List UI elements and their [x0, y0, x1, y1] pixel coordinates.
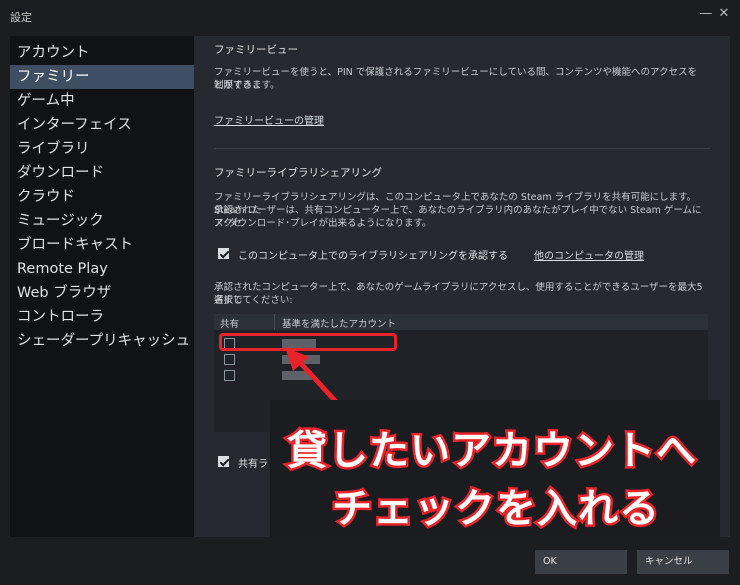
sharing-notification-checkbox[interactable] — [218, 456, 229, 467]
close-icon[interactable]: ✕ — [716, 6, 732, 22]
annotation-text-line2: チェックを入れる — [330, 484, 662, 535]
manage-family-view-link[interactable]: ファミリービューの管理 — [214, 112, 324, 127]
library-sharing-title: ファミリーライブラリシェアリング — [214, 167, 382, 179]
ok-button[interactable]: OK — [535, 550, 627, 574]
sidebar-item-cloud[interactable]: クラウド — [10, 185, 194, 209]
family-view-description-line2: とができます。 — [214, 80, 280, 91]
cancel-button[interactable]: キャンセル — [637, 550, 729, 574]
sidebar-item-remote-play[interactable]: Remote Play — [10, 257, 194, 281]
family-view-title: ファミリービュー — [214, 44, 298, 56]
sidebar-item-library[interactable]: ライブラリ — [10, 137, 194, 161]
sidebar-item-controller[interactable]: コントローラ — [10, 305, 194, 329]
eligible-accounts-description-line2: 選択してください: — [214, 295, 293, 306]
section-divider — [214, 148, 710, 149]
authorize-sharing-label: このコンピュータ上でのライブラリシェアリングを承認する — [238, 251, 508, 262]
column-header-share[interactable]: 共有 — [220, 316, 239, 330]
share-account-checkbox-3[interactable] — [224, 370, 235, 381]
sidebar-item-broadcast[interactable]: ブロードキャスト — [10, 233, 194, 257]
sidebar-item-in-game[interactable]: ゲーム中 — [10, 89, 194, 113]
sharing-notification-label: 共有ラ — [238, 459, 268, 470]
sidebar-item-interface[interactable]: インターフェイス — [10, 113, 194, 137]
authorize-sharing-checkbox[interactable] — [218, 248, 229, 259]
sidebar-item-shader-precache[interactable]: シェーダープリキャッシュ — [10, 329, 194, 353]
settings-sidebar: アカウント ファミリー ゲーム中 インターフェイス ライブラリ ダウンロード ク… — [10, 36, 194, 537]
column-separator — [274, 314, 275, 330]
share-account-checkbox-2[interactable] — [224, 354, 235, 365]
minimize-icon[interactable]: — — [698, 6, 714, 22]
manage-other-computers-link[interactable]: 他のコンピュータの管理 — [534, 247, 644, 262]
library-sharing-description-line3: ス･ダウンロード･プレイが出来るようになります。 — [214, 218, 432, 229]
sidebar-item-family[interactable]: ファミリー — [10, 65, 194, 89]
window-title: 設定 — [10, 11, 32, 24]
table-header: 共有 基準を満たしたアカウント — [214, 314, 708, 330]
dialog-footer — [0, 537, 740, 585]
column-header-eligible-accounts[interactable]: 基準を満たしたアカウント — [282, 316, 396, 330]
sidebar-item-downloads[interactable]: ダウンロード — [10, 161, 194, 185]
title-bar: 設定 — ✕ — [0, 0, 740, 30]
sidebar-item-music[interactable]: ミュージック — [10, 209, 194, 233]
sidebar-item-web-browser[interactable]: Web ブラウザ — [10, 281, 194, 305]
annotation-text-line1: 貸したいアカウントへ — [285, 426, 699, 477]
sidebar-item-account[interactable]: アカウント — [10, 41, 194, 65]
